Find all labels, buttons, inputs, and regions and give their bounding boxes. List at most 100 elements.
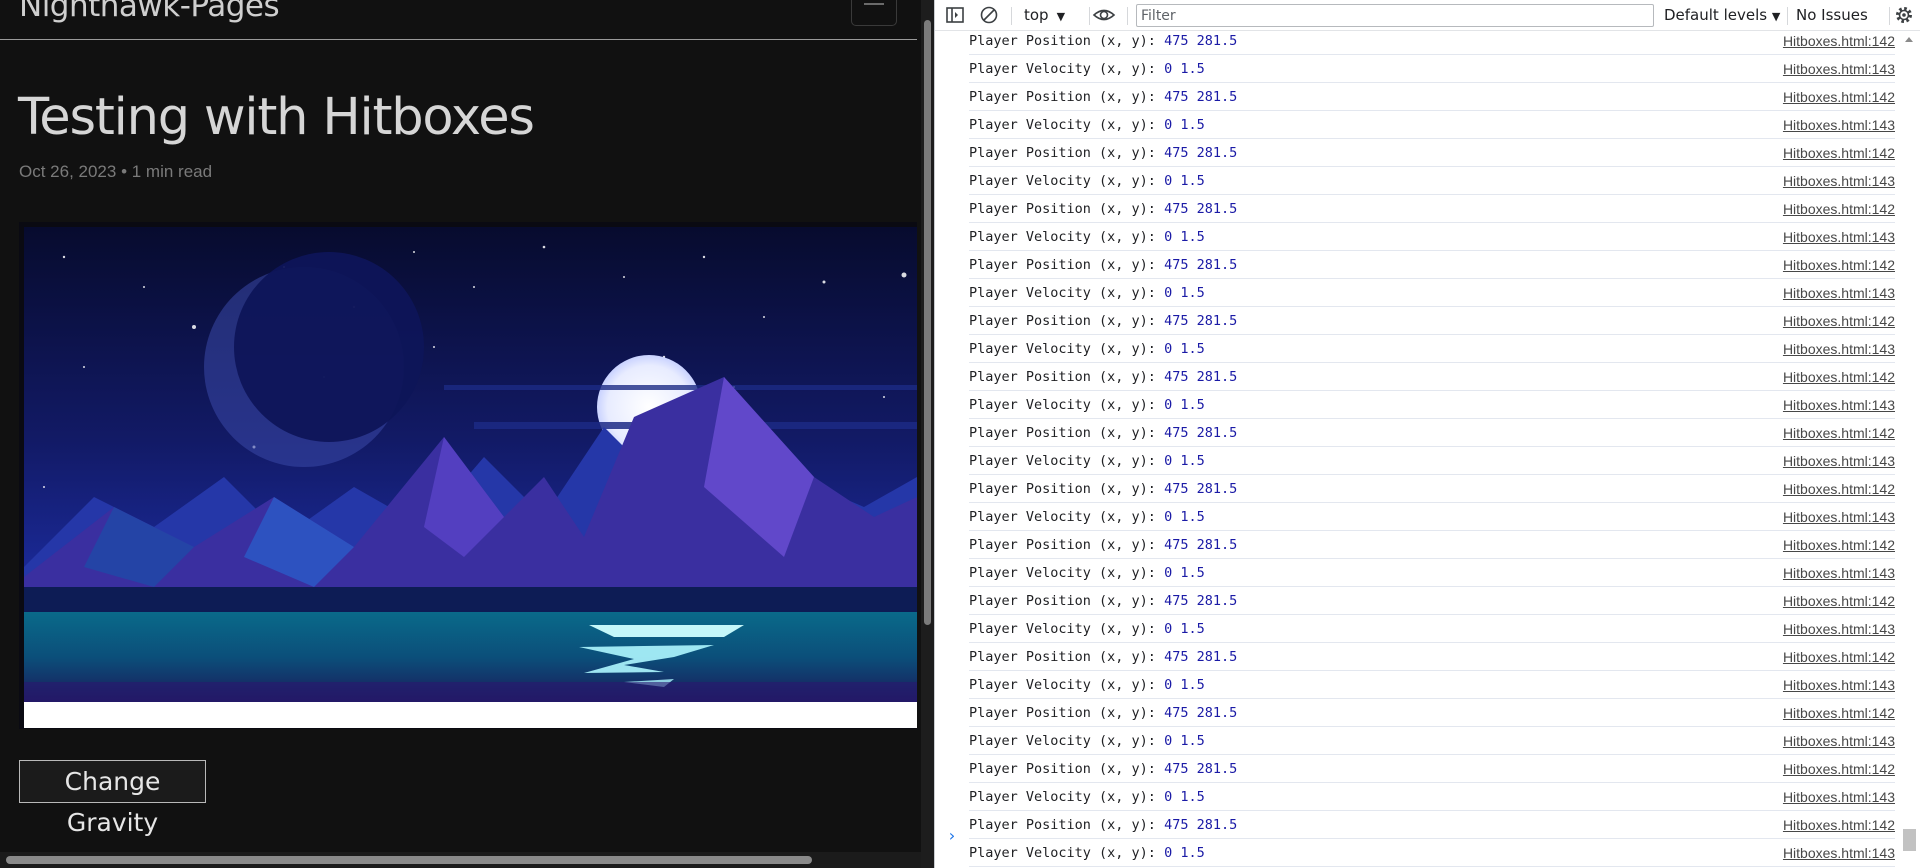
night-mountain-background — [24, 227, 917, 702]
message-label: Player Position (x, y): — [969, 593, 1156, 609]
message-label: Player Position (x, y): — [969, 145, 1156, 161]
console-message-row: Player Velocity (x, y): 0 1.5 Hitboxes.ht… — [969, 671, 1895, 699]
message-source-link[interactable]: Hitboxes.html:142 — [1783, 643, 1895, 671]
console-message-row: Player Position (x, y): 475 281.5 Hitboxe… — [969, 139, 1895, 167]
console-message-row: Player Velocity (x, y): 0 1.5 Hitboxes.ht… — [969, 279, 1895, 307]
message-source-link[interactable]: Hitboxes.html:143 — [1783, 335, 1895, 363]
console-scrollbar-thumb[interactable] — [1903, 829, 1916, 851]
message-values: 0 1.5 — [1164, 621, 1205, 637]
message-label: Player Position (x, y): — [969, 369, 1156, 385]
site-title[interactable]: Nighthawk-Pages — [19, 0, 280, 24]
message-label: Player Velocity (x, y): — [969, 621, 1156, 637]
message-values: 0 1.5 — [1164, 789, 1205, 805]
message-source-link[interactable]: Hitboxes.html:142 — [1783, 139, 1895, 167]
page-horizontal-scrollbar[interactable] — [0, 852, 921, 868]
message-source-link[interactable]: Hitboxes.html:142 — [1783, 195, 1895, 223]
message-source-link[interactable]: Hitboxes.html:143 — [1783, 671, 1895, 699]
message-values: 0 1.5 — [1164, 565, 1205, 581]
page-vertical-scrollbar-thumb[interactable] — [924, 20, 931, 625]
message-source-link[interactable]: Hitboxes.html:142 — [1783, 307, 1895, 335]
console-message-row: Player Position (x, y): 475 281.5 Hitboxe… — [969, 419, 1895, 447]
message-label: Player Position (x, y): — [969, 201, 1156, 217]
message-source-link[interactable]: Hitboxes.html:143 — [1783, 447, 1895, 475]
console-toolbar: top ▼ Default levels ▼ No Issues — [935, 0, 1920, 31]
message-source-link[interactable]: Hitboxes.html:143 — [1783, 167, 1895, 195]
message-label: Player Position (x, y): — [969, 761, 1156, 777]
clear-console-icon[interactable] — [979, 5, 999, 25]
message-source-link[interactable]: Hitboxes.html:142 — [1783, 699, 1895, 727]
console-vertical-scrollbar[interactable] — [1899, 32, 1920, 868]
message-values: 0 1.5 — [1164, 229, 1205, 245]
message-source-link[interactable]: Hitboxes.html:142 — [1783, 531, 1895, 559]
message-label: Player Velocity (x, y): — [969, 229, 1156, 245]
message-source-link[interactable]: Hitboxes.html:143 — [1783, 279, 1895, 307]
canvas-white-strip — [24, 702, 917, 728]
menu-button[interactable] — [851, 0, 897, 26]
context-selector[interactable]: top ▼ — [1024, 6, 1065, 24]
console-message-row: Player Velocity (x, y): 0 1.5 Hitboxes.ht… — [969, 335, 1895, 363]
scroll-up-arrow-icon[interactable] — [1905, 37, 1913, 42]
message-values: 475 281.5 — [1164, 145, 1238, 161]
console-filter-input[interactable] — [1136, 4, 1654, 27]
message-label: Player Velocity (x, y): — [969, 397, 1156, 413]
message-source-link[interactable]: Hitboxes.html:143 — [1783, 615, 1895, 643]
message-label: Player Position (x, y): — [969, 481, 1156, 497]
message-source-link[interactable]: Hitboxes.html:143 — [1783, 727, 1895, 755]
change-gravity-button[interactable]: Change Gravity — [19, 760, 206, 837]
message-values: 475 281.5 — [1164, 537, 1238, 553]
live-expression-eye-icon[interactable] — [1092, 5, 1116, 25]
toolbar-separator — [1089, 7, 1090, 25]
message-source-link[interactable]: Hitboxes.html:142 — [1783, 811, 1895, 839]
message-source-link[interactable]: Hitboxes.html:143 — [1783, 839, 1895, 867]
message-source-link[interactable]: Hitboxes.html:143 — [1783, 111, 1895, 139]
sidebar-toggle-icon[interactable] — [945, 5, 965, 25]
message-source-link[interactable]: Hitboxes.html:143 — [1783, 391, 1895, 419]
message-values: 0 1.5 — [1164, 397, 1205, 413]
message-label: Player Velocity (x, y): — [969, 341, 1156, 357]
message-source-link[interactable]: Hitboxes.html:142 — [1783, 363, 1895, 391]
message-source-link[interactable]: Hitboxes.html:142 — [1783, 419, 1895, 447]
devtools-console-panel: top ▼ Default levels ▼ No Issues Player P… — [935, 0, 1920, 868]
message-label: Player Velocity (x, y): — [969, 677, 1156, 693]
message-values: 475 281.5 — [1164, 369, 1238, 385]
message-source-link[interactable]: Hitboxes.html:142 — [1783, 251, 1895, 279]
console-message-row: Player Position (x, y): 475 281.5 Hitboxe… — [969, 475, 1895, 503]
page-vertical-scrollbar[interactable] — [921, 0, 934, 868]
issues-counter[interactable]: No Issues — [1796, 6, 1868, 24]
message-source-link[interactable]: Hitboxes.html:142 — [1783, 83, 1895, 111]
message-values: 475 281.5 — [1164, 257, 1238, 273]
message-source-link[interactable]: Hitboxes.html:142 — [1783, 32, 1895, 55]
console-message-row: Player Velocity (x, y): 0 1.5 Hitboxes.ht… — [969, 615, 1895, 643]
log-levels-dropdown[interactable]: Default levels ▼ — [1664, 6, 1780, 24]
console-prompt-chevron-icon[interactable]: › — [947, 826, 957, 845]
message-label: Player Velocity (x, y): — [969, 173, 1156, 189]
message-label: Player Velocity (x, y): — [969, 117, 1156, 133]
message-source-link[interactable]: Hitboxes.html:143 — [1783, 503, 1895, 531]
message-source-link[interactable]: Hitboxes.html:143 — [1783, 55, 1895, 83]
message-values: 0 1.5 — [1164, 341, 1205, 357]
console-message-row: Player Velocity (x, y): 0 1.5 Hitboxes.ht… — [969, 839, 1895, 867]
console-message-row: Player Velocity (x, y): 0 1.5 Hitboxes.ht… — [969, 391, 1895, 419]
console-message-row: Player Position (x, y): 475 281.5 Hitboxe… — [969, 811, 1895, 839]
message-source-link[interactable]: Hitboxes.html:143 — [1783, 559, 1895, 587]
message-values: 475 281.5 — [1164, 89, 1238, 105]
console-message-row: Player Velocity (x, y): 0 1.5 Hitboxes.ht… — [969, 55, 1895, 83]
message-values: 475 281.5 — [1164, 705, 1238, 721]
message-label: Player Velocity (x, y): — [969, 565, 1156, 581]
console-message-row: Player Velocity (x, y): 0 1.5 Hitboxes.ht… — [969, 559, 1895, 587]
page-horizontal-scrollbar-thumb[interactable] — [6, 856, 812, 864]
message-source-link[interactable]: Hitboxes.html:143 — [1783, 783, 1895, 811]
message-source-link[interactable]: Hitboxes.html:142 — [1783, 755, 1895, 783]
settings-gear-icon[interactable] — [1894, 5, 1914, 25]
console-message-row: Player Velocity (x, y): 0 1.5 Hitboxes.ht… — [969, 223, 1895, 251]
message-values: 475 281.5 — [1164, 649, 1238, 665]
game-canvas[interactable] — [19, 222, 917, 729]
message-source-link[interactable]: Hitboxes.html:142 — [1783, 475, 1895, 503]
message-source-link[interactable]: Hitboxes.html:143 — [1783, 223, 1895, 251]
message-source-link[interactable]: Hitboxes.html:142 — [1783, 587, 1895, 615]
console-message-row: Player Velocity (x, y): 0 1.5 Hitboxes.ht… — [969, 447, 1895, 475]
message-values: 0 1.5 — [1164, 117, 1205, 133]
console-message-row: Player Position (x, y): 475 281.5 Hitboxe… — [969, 307, 1895, 335]
message-values: 475 281.5 — [1164, 481, 1238, 497]
message-values: 475 281.5 — [1164, 33, 1238, 49]
